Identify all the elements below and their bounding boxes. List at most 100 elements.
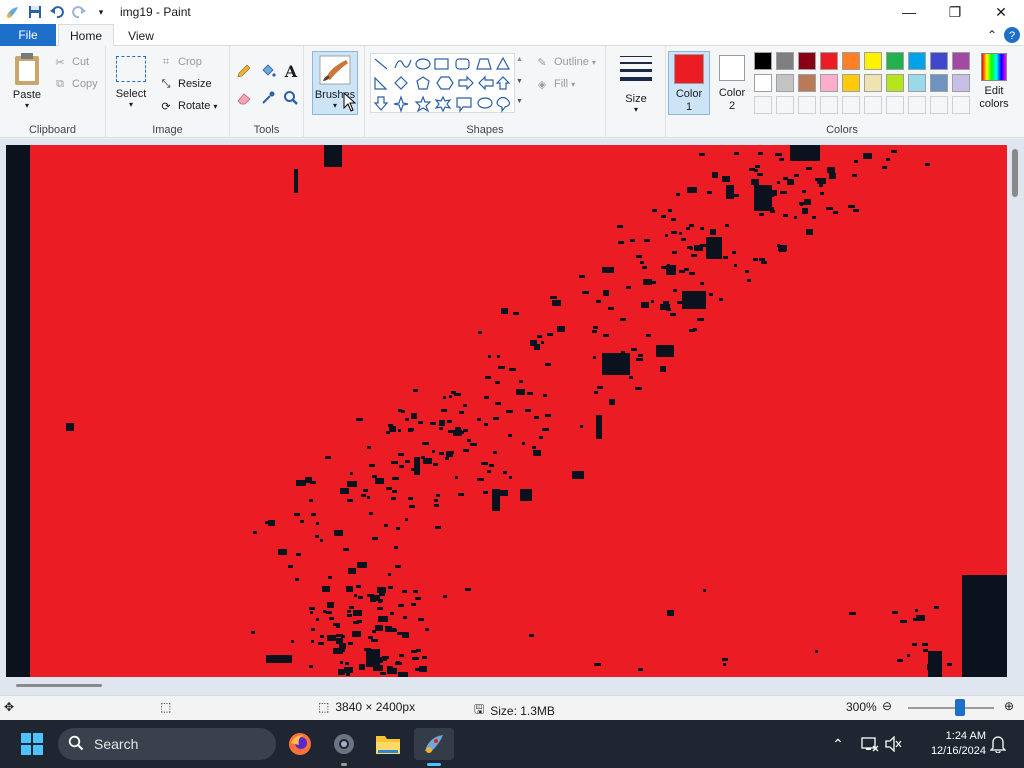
shapes-scroll-up-icon[interactable]: ▲ [516, 56, 523, 63]
palette-swatch[interactable] [930, 52, 948, 70]
palette-swatch[interactable] [908, 52, 926, 70]
canvas-pixel [367, 496, 370, 499]
canvas-pixel [925, 163, 930, 166]
shapes-scroll-down-icon[interactable]: ▼ [516, 78, 523, 85]
cut-button[interactable]: ✂ Cut [52, 53, 89, 71]
magnifier-icon[interactable] [281, 88, 301, 108]
fill-bucket-icon[interactable] [258, 61, 278, 81]
canvas-pixel [433, 463, 438, 466]
palette-swatch[interactable] [908, 74, 926, 92]
select-button[interactable]: Select ▾ [114, 56, 148, 109]
canvas-pixel [644, 239, 650, 242]
settings-taskbar-icon[interactable] [328, 728, 360, 766]
redo-icon[interactable] [70, 3, 88, 21]
palette-swatch[interactable] [798, 52, 816, 70]
vertical-scrollbar-thumb[interactable] [1012, 149, 1018, 197]
canvas-pixel [320, 539, 323, 542]
canvas-pixel [983, 673, 987, 676]
rotate-button[interactable]: ⟳ Rotate ▾ [158, 97, 217, 115]
canvas-pixel [620, 318, 626, 321]
palette-custom-slot[interactable] [908, 96, 926, 114]
palette-swatch[interactable] [776, 52, 794, 70]
crop-button[interactable]: ⌗ Crop [158, 53, 202, 71]
canvas-pixel [603, 290, 609, 296]
canvas-pixel [481, 462, 488, 465]
minimize-button[interactable]: — [886, 0, 932, 24]
canvas-pixel [418, 421, 423, 424]
palette-swatch[interactable] [820, 74, 838, 92]
palette-custom-slot[interactable] [952, 96, 970, 114]
canvas-pixel [446, 451, 453, 457]
palette-swatch[interactable] [952, 74, 970, 92]
canvas-pixel [300, 520, 304, 523]
taskbar-clock[interactable]: 1:24 AM 12/16/2024 [906, 729, 986, 759]
start-button[interactable] [16, 728, 48, 760]
drawing-canvas[interactable] [6, 145, 1007, 677]
taskbar-search[interactable]: Search [58, 728, 276, 760]
palette-swatch[interactable] [820, 52, 838, 70]
palette-custom-slot[interactable] [842, 96, 860, 114]
palette-custom-slot[interactable] [754, 96, 772, 114]
palette-swatch[interactable] [886, 52, 904, 70]
copy-button[interactable]: ⧉ Copy [52, 75, 98, 93]
palette-swatch[interactable] [842, 52, 860, 70]
mouse-cursor-icon [343, 91, 357, 115]
firefox-taskbar-icon[interactable] [284, 728, 316, 760]
horizontal-scrollbar-thumb[interactable] [16, 684, 102, 687]
zoom-slider-thumb[interactable] [955, 699, 965, 716]
palette-custom-slot[interactable] [864, 96, 882, 114]
palette-swatch[interactable] [754, 52, 772, 70]
tab-home[interactable]: Home [58, 24, 114, 47]
tab-file[interactable]: File [0, 24, 56, 46]
palette-custom-slot[interactable] [930, 96, 948, 114]
show-hidden-icons-icon[interactable]: ⌃ [822, 728, 854, 760]
paste-button[interactable]: Paste ▾ [8, 52, 46, 110]
save-icon[interactable] [26, 3, 44, 21]
palette-swatch[interactable] [842, 74, 860, 92]
restore-button[interactable]: ❐ [932, 0, 978, 24]
palette-swatch[interactable] [754, 74, 772, 92]
cloud-callout-shape-icon [496, 96, 511, 113]
notifications-bell-icon[interactable] [982, 728, 1014, 760]
palette-swatch[interactable] [930, 74, 948, 92]
paint-taskbar-icon[interactable] [414, 728, 454, 766]
canvas-pixel [779, 249, 786, 252]
palette-custom-slot[interactable] [820, 96, 838, 114]
undo-icon[interactable] [48, 3, 66, 21]
edit-colors-button[interactable]: Edit colors [974, 51, 1014, 115]
help-icon[interactable]: ? [1004, 27, 1020, 43]
dimensions-icon: ⬚ [318, 700, 330, 714]
tab-view[interactable]: View [118, 24, 164, 47]
zoom-out-icon[interactable]: ⊖ [882, 699, 892, 713]
select-icon [116, 56, 146, 82]
palette-swatch[interactable] [776, 74, 794, 92]
palette-custom-slot[interactable] [798, 96, 816, 114]
customize-qat-icon[interactable]: ▾ [92, 3, 110, 21]
file-explorer-taskbar-icon[interactable] [372, 728, 404, 760]
palette-swatch[interactable] [864, 74, 882, 92]
fill-button[interactable]: ◈ Fill ▾ [534, 75, 575, 93]
color-picker-icon[interactable] [258, 88, 278, 108]
palette-custom-slot[interactable] [886, 96, 904, 114]
resize-label: Resize [178, 78, 212, 90]
size-button[interactable]: Size ▾ [618, 54, 654, 114]
eraser-icon[interactable] [234, 88, 254, 108]
canvas-pixel [753, 258, 758, 261]
shapes-more-icon[interactable]: ▼ [516, 98, 523, 105]
palette-swatch[interactable] [952, 52, 970, 70]
canvas-pixel [357, 620, 362, 623]
close-button[interactable]: ✕ [978, 0, 1024, 24]
collapse-ribbon-icon[interactable]: ⌃ [984, 27, 1000, 43]
pencil-icon[interactable] [234, 61, 254, 81]
palette-custom-slot[interactable] [776, 96, 794, 114]
resize-button[interactable]: ⤡ Resize [158, 75, 212, 93]
palette-swatch[interactable] [886, 74, 904, 92]
text-tool-icon[interactable]: A [281, 61, 301, 81]
outline-button[interactable]: ✎ Outline ▾ [534, 53, 595, 71]
palette-swatch[interactable] [864, 52, 882, 70]
zoom-in-icon[interactable]: ⊕ [1004, 699, 1014, 713]
palette-swatch[interactable] [798, 74, 816, 92]
zoom-slider[interactable] [908, 699, 994, 716]
restore-icon: ❐ [948, 3, 962, 20]
scissors-icon: ✂ [55, 56, 65, 69]
